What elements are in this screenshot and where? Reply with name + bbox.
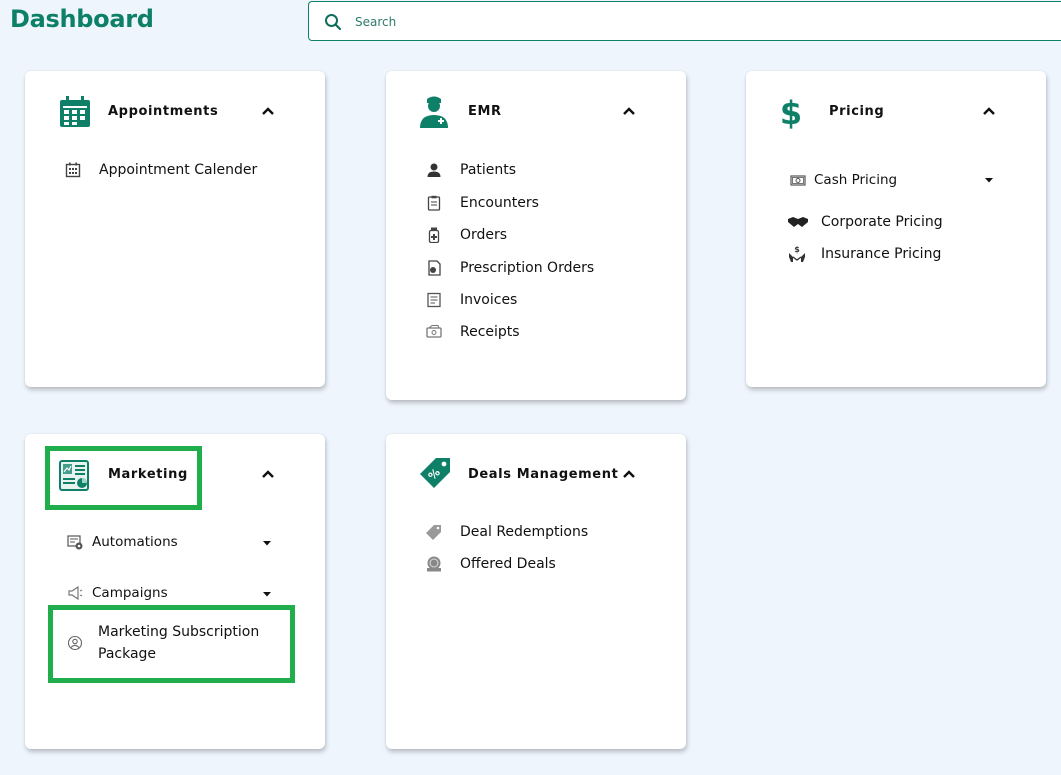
automation-icon [67, 535, 83, 550]
calendar-icon [60, 96, 90, 127]
sidebar-item-corporate-pricing[interactable]: Corporate Pricing [788, 210, 943, 234]
item-label: Deal Redemptions [460, 524, 589, 540]
sidebar-item-invoices[interactable]: Invoices [426, 288, 517, 312]
receipt-icon [426, 325, 442, 338]
appointments-title: Appointments [108, 104, 219, 119]
chevron-up-icon[interactable] [622, 106, 636, 116]
emr-title: EMR [468, 104, 502, 119]
item-label: Automations [92, 534, 178, 550]
item-label: Orders [460, 227, 508, 243]
item-label: Receipts [460, 324, 520, 340]
search-bar[interactable] [308, 1, 1061, 41]
deal-badge-icon [427, 556, 441, 572]
caret-down-icon[interactable] [262, 591, 272, 597]
appointments-header[interactable]: Appointments [25, 71, 325, 151]
item-label: Campaigns [92, 585, 168, 601]
marketing-header[interactable]: Marketing [25, 434, 325, 514]
svg-text:$: $ [794, 245, 800, 254]
item-label: Appointment Calender [99, 162, 258, 178]
megaphone-icon [68, 585, 83, 601]
sidebar-item-cash-pricing[interactable]: Cash Pricing [790, 168, 897, 192]
search-input[interactable] [355, 11, 955, 33]
item-label: Cash Pricing [814, 172, 898, 188]
caret-down-icon[interactable] [984, 177, 994, 183]
sidebar-item-marketing-subscription-package[interactable]: Marketing Subscription Package [67, 620, 268, 666]
user-circle-icon [67, 635, 83, 651]
invoice-icon [427, 292, 441, 308]
marketing-report-icon [59, 460, 89, 491]
chevron-up-icon[interactable] [982, 106, 996, 116]
emr-header[interactable]: EMR [386, 71, 686, 151]
sidebar-item-automations[interactable]: Automations [67, 530, 178, 554]
item-label: Encounters [460, 195, 539, 211]
item-label: Insurance Pricing [821, 246, 942, 262]
emr-card: EMR Patients Encounters Orders Prescript [386, 71, 686, 400]
dollar-icon: $ [780, 95, 802, 129]
chevron-up-icon[interactable] [261, 469, 275, 479]
appointments-card: Appointments Appointment Calender [25, 71, 325, 387]
chevron-up-icon[interactable] [622, 469, 636, 479]
clipboard-icon [427, 195, 441, 211]
marketing-card: Marketing Automations Campaigns Marketin… [25, 434, 325, 749]
patient-icon [427, 163, 441, 177]
sidebar-item-patients[interactable]: Patients [426, 158, 516, 182]
marketing-title: Marketing [108, 467, 188, 482]
search-icon[interactable] [324, 13, 342, 31]
pricing-title: Pricing [829, 104, 885, 119]
cash-icon [790, 175, 806, 186]
item-label: Marketing Subscription Package [98, 624, 260, 662]
calendar-small-icon [65, 162, 81, 178]
sidebar-item-campaigns[interactable]: Campaigns [67, 581, 168, 605]
item-label: Patients [460, 162, 517, 178]
caret-down-icon[interactable] [262, 540, 272, 546]
doctor-icon [420, 96, 448, 128]
sidebar-item-prescription-orders[interactable]: Prescription Orders [426, 256, 594, 280]
deal-tag-icon: % [420, 458, 450, 488]
prescription-icon [428, 260, 441, 276]
sidebar-item-encounters[interactable]: Encounters [426, 191, 539, 215]
deals-management-title: Deals Management [468, 467, 619, 482]
chevron-up-icon[interactable] [261, 106, 275, 116]
item-label: Prescription Orders [460, 260, 595, 276]
pricing-card: $ Pricing Cash Pricing Corporate Pricing… [746, 71, 1046, 387]
pricing-header[interactable]: $ Pricing [746, 71, 1046, 151]
sidebar-item-insurance-pricing[interactable]: $ Insurance Pricing [788, 242, 941, 266]
tag-icon [426, 525, 441, 540]
item-label: Corporate Pricing [821, 214, 943, 230]
sidebar-item-deal-redemptions[interactable]: Deal Redemptions [426, 520, 588, 544]
sidebar-item-receipts[interactable]: Receipts [426, 320, 520, 344]
insurance-hand-icon: $ [789, 245, 805, 262]
svg-text:$: $ [780, 95, 802, 129]
page-title: Dashboard [10, 5, 154, 33]
item-label: Offered Deals [460, 556, 556, 572]
sidebar-item-orders[interactable]: Orders [426, 223, 507, 247]
item-label: Invoices [460, 292, 518, 308]
deals-management-header[interactable]: % Deals Management [386, 434, 686, 514]
handshake-icon [788, 217, 808, 227]
medicine-bottle-icon [428, 227, 440, 243]
sidebar-item-offered-deals[interactable]: Offered Deals [426, 552, 556, 576]
sidebar-item-appointment-calender[interactable]: Appointment Calender [65, 158, 257, 182]
deals-management-card: % Deals Management Deal Redemptions Offe… [386, 434, 686, 749]
